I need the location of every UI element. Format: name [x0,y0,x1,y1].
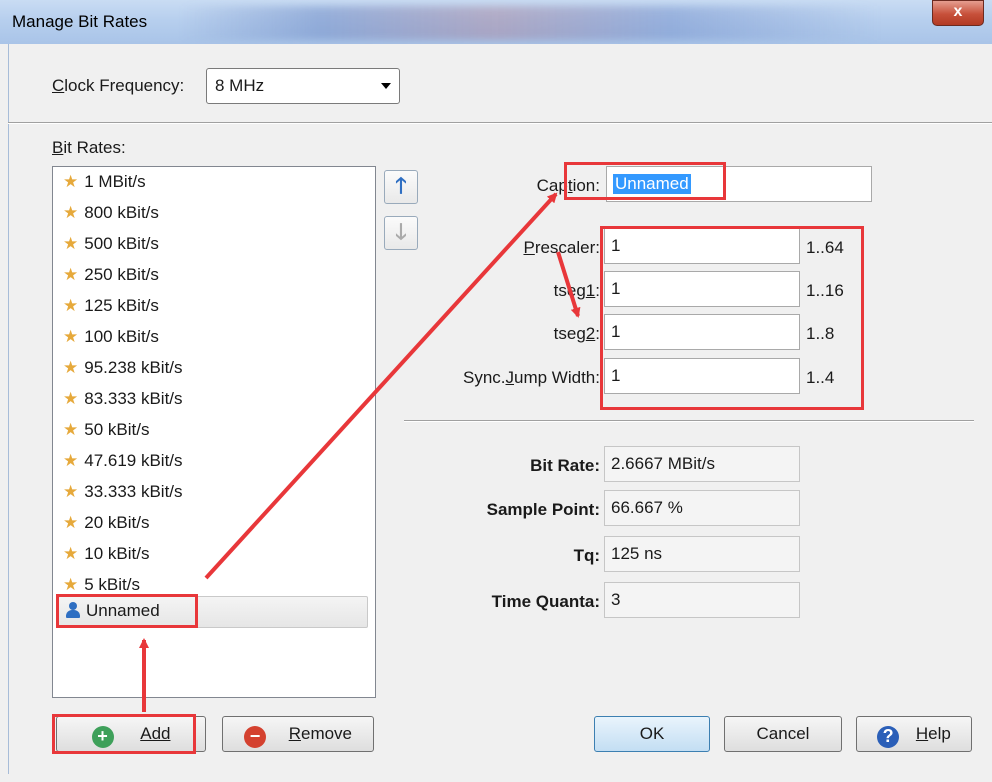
annotation-arrows [139,192,581,712]
arrow-to-parameters [556,251,581,318]
arrow-to-caption [204,192,558,580]
